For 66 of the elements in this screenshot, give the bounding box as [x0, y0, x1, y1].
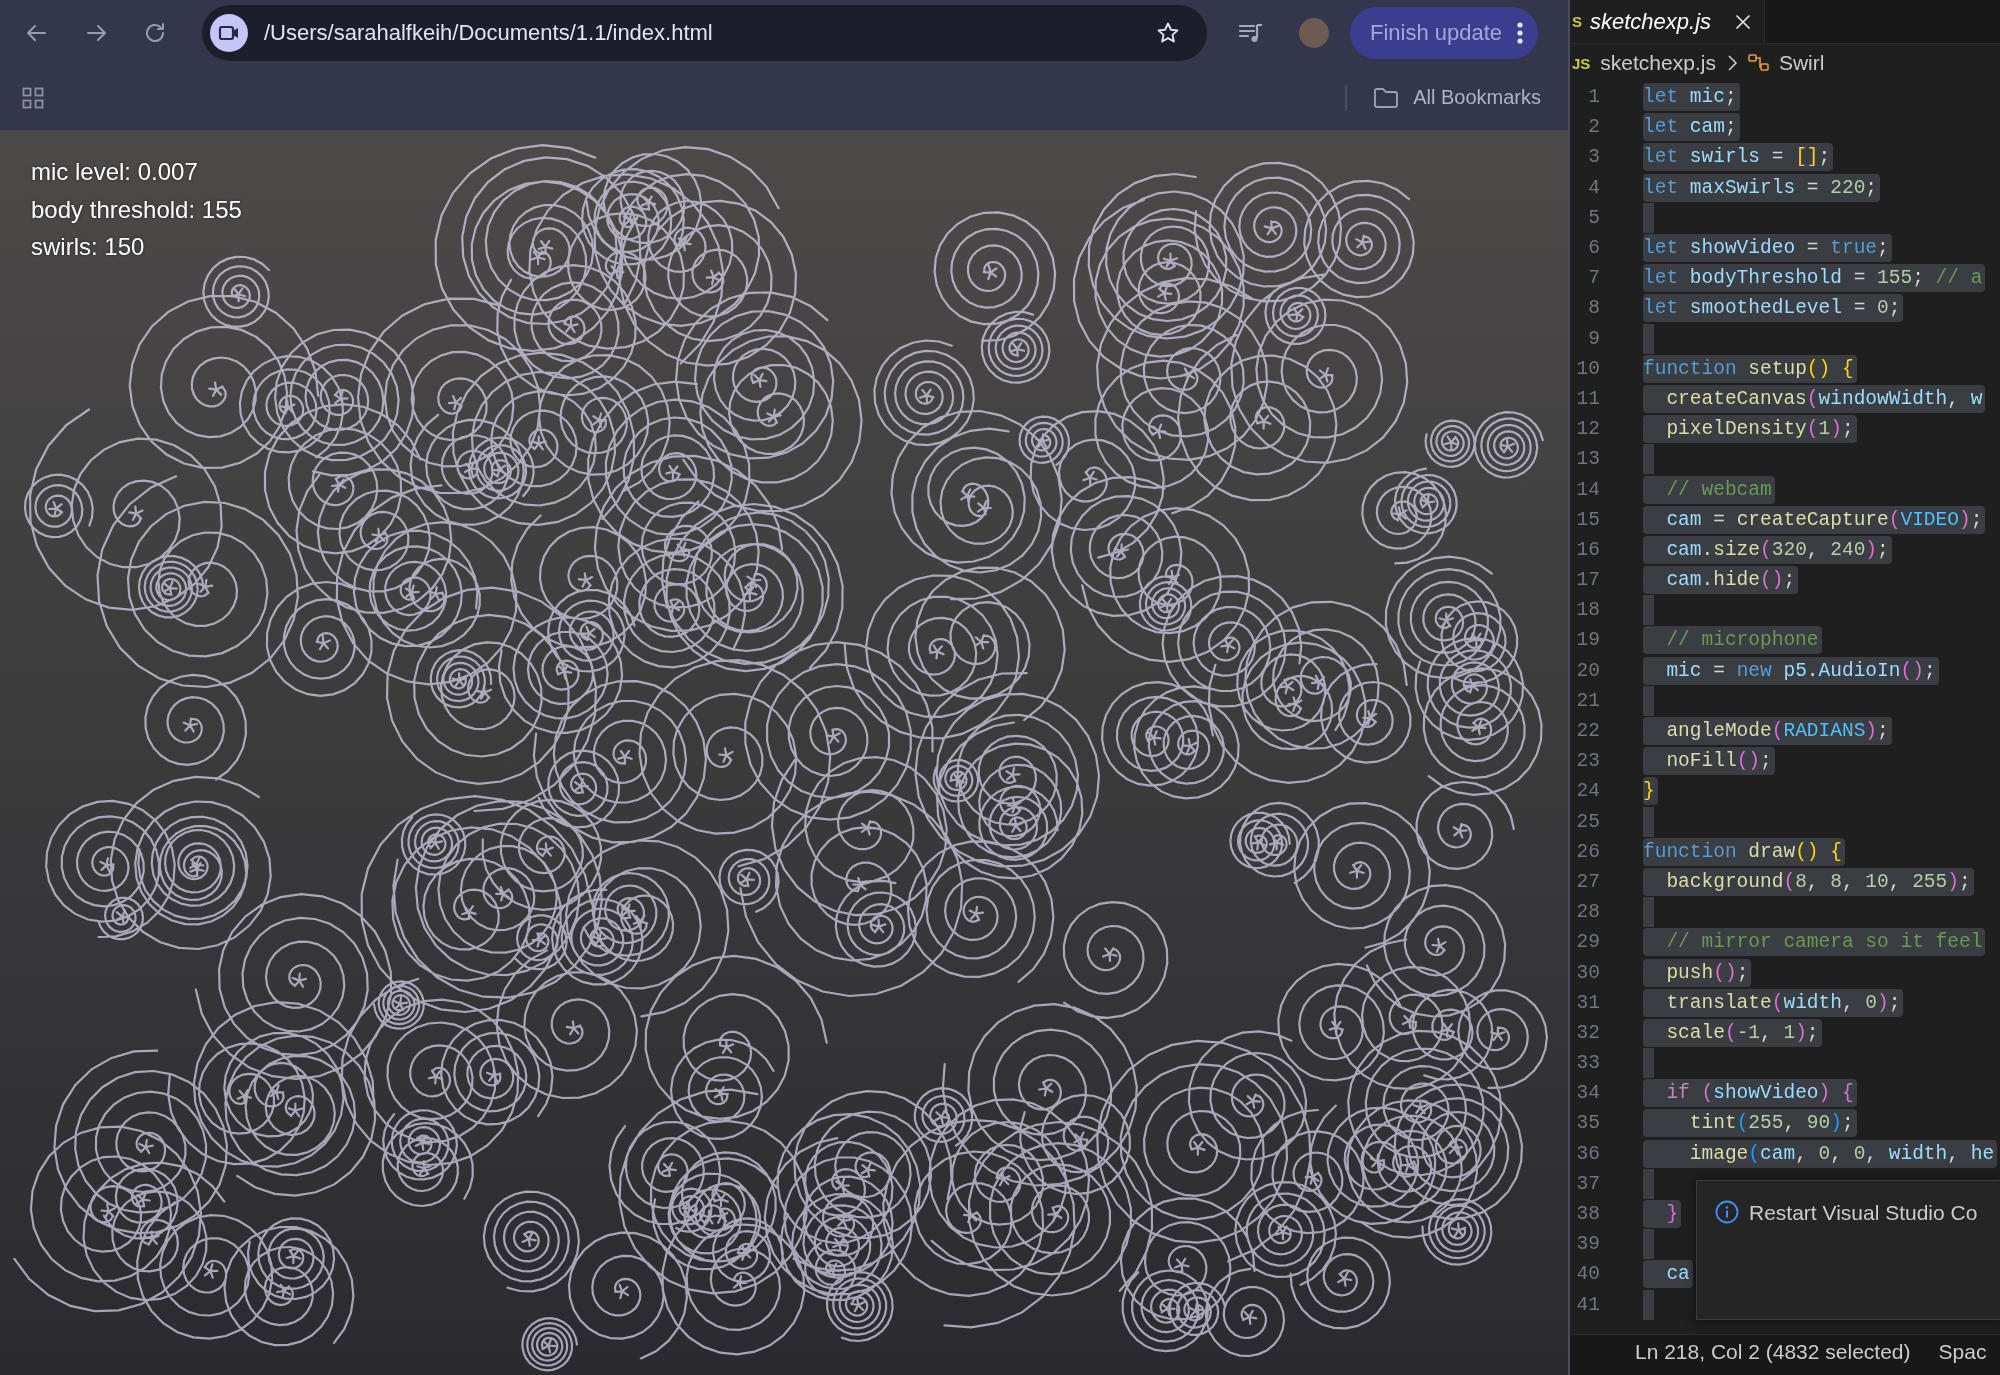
code-line: } — [1643, 777, 1658, 806]
line-number: 2 — [1587, 116, 1600, 139]
line-number: 37 — [1575, 1172, 1600, 1195]
line-number: 29 — [1575, 931, 1600, 954]
line-number: 35 — [1575, 1112, 1600, 1135]
info-icon — [1715, 1200, 1739, 1224]
indentation-status[interactable]: Spac — [1938, 1339, 1987, 1365]
line-number: 6 — [1587, 237, 1600, 260]
line-number: 8 — [1587, 297, 1600, 320]
chevron-right-icon — [1725, 54, 1738, 72]
line-number: 19 — [1575, 629, 1600, 652]
line-number: 40 — [1575, 1263, 1600, 1286]
line-number: 9 — [1587, 327, 1600, 350]
notification-message: Restart Visual Studio Co — [1749, 1200, 1978, 1226]
address-bar[interactable]: /Users/sarahalfkeih/Documents/1.1/index.html — [202, 4, 1207, 61]
line-number: 15 — [1575, 508, 1600, 531]
overlay-text: mic level: 0.007 — [31, 157, 199, 187]
reload-icon[interactable] — [143, 20, 167, 45]
line-number: 1 — [1587, 86, 1600, 109]
line-number: 39 — [1575, 1233, 1600, 1256]
apps-grid-icon[interactable] — [22, 86, 44, 109]
line-number: 26 — [1575, 840, 1600, 863]
line-number: 13 — [1575, 448, 1600, 471]
line-number: 11 — [1575, 387, 1600, 410]
bookmark-star-icon[interactable] — [1156, 20, 1180, 45]
cursor-position-status[interactable]: Ln 218, Col 2 (4832 selected) — [1635, 1339, 1911, 1365]
line-number: 34 — [1575, 1082, 1600, 1105]
line-number: 20 — [1575, 659, 1600, 682]
line-number: 30 — [1575, 961, 1600, 984]
folder-icon[interactable] — [1373, 86, 1400, 109]
kebab-menu-icon[interactable] — [1516, 20, 1525, 45]
line-number: 21 — [1575, 689, 1600, 712]
line-number: 38 — [1575, 1203, 1600, 1226]
line-number: 27 — [1575, 870, 1600, 893]
line-number: 5 — [1587, 206, 1600, 229]
line-number: 17 — [1575, 569, 1600, 592]
line-number: 14 — [1575, 478, 1600, 501]
line-number: 3 — [1587, 146, 1600, 169]
line-number: 4 — [1587, 176, 1600, 199]
symbol-icon — [1747, 53, 1770, 73]
line-number: 31 — [1575, 991, 1600, 1014]
line-number: 36 — [1575, 1142, 1600, 1165]
line-number: 18 — [1575, 599, 1600, 622]
line-number: 41 — [1575, 1293, 1600, 1316]
line-number: 12 — [1575, 418, 1600, 441]
line-number: 7 — [1587, 267, 1600, 290]
overlay-text: swirls: 150 — [31, 232, 146, 262]
line-number: 10 — [1575, 357, 1600, 380]
js-file-icon: S — [1572, 13, 1582, 30]
line-number: 32 — [1575, 1021, 1600, 1044]
line-number: 23 — [1575, 750, 1600, 773]
line-number: 25 — [1575, 810, 1600, 833]
line-number: 33 — [1575, 1052, 1600, 1075]
all-bookmarks-link[interactable]: All Bookmarks — [1413, 86, 1541, 109]
breadcrumb-item[interactable]: sketchexp.js — [1600, 51, 1716, 75]
overlay-text: body threshold: 155 — [31, 194, 242, 225]
editor-tab[interactable]: S sketchexp.js — [1570, 0, 1765, 43]
line-number: 24 — [1575, 780, 1600, 803]
close-icon[interactable] — [1735, 13, 1752, 30]
line-number: 28 — [1575, 901, 1600, 924]
js-file-icon: JS — [1572, 54, 1591, 72]
video-camera-icon[interactable] — [210, 13, 248, 52]
line-number: 22 — [1575, 720, 1600, 743]
breadcrumb-item[interactable]: Swirl — [1778, 51, 1825, 75]
line-number: 16 — [1575, 538, 1600, 561]
finish-update-button[interactable]: Finish update — [1350, 6, 1539, 59]
